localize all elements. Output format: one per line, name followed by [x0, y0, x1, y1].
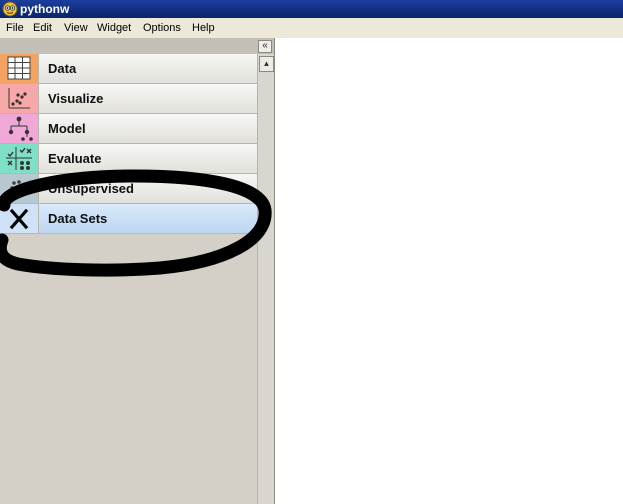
evaluate-grid-icon	[0, 144, 39, 173]
collapse-toolbox-button[interactable]: «	[258, 40, 272, 53]
widget-toolbox: « Data Visualize Model Evaluate Unsuperv…	[0, 38, 275, 504]
category-data-sets[interactable]: Data Sets	[0, 204, 257, 234]
window-titlebar: pythonw	[0, 0, 623, 18]
x-icon	[0, 204, 39, 233]
menu-view[interactable]: View	[64, 22, 88, 34]
table-icon	[0, 54, 39, 83]
category-visualize[interactable]: Visualize	[0, 84, 257, 114]
menu-file[interactable]: File	[6, 22, 24, 34]
category-data[interactable]: Data	[0, 54, 257, 84]
tree-icon	[0, 114, 39, 143]
category-model[interactable]: Model	[0, 114, 257, 144]
category-label: Model	[48, 121, 86, 136]
menu-help[interactable]: Help	[192, 22, 215, 34]
python-app-icon	[2, 1, 18, 17]
category-evaluate[interactable]: Evaluate	[0, 144, 257, 174]
scatter-plot-icon	[0, 84, 39, 113]
menu-edit[interactable]: Edit	[33, 22, 52, 34]
menu-widget[interactable]: Widget	[97, 22, 131, 34]
menu-bar: File Edit View Widget Options Help	[0, 18, 623, 39]
category-unsupervised[interactable]: Unsupervised	[0, 174, 257, 204]
window-title: pythonw	[20, 2, 70, 16]
toolbox-header: «	[0, 38, 274, 55]
canvas-area[interactable]	[275, 38, 623, 504]
cluster-icon	[0, 174, 39, 203]
scroll-up-button[interactable]: ▲	[259, 56, 274, 72]
category-label: Unsupervised	[48, 181, 134, 196]
category-label: Visualize	[48, 91, 104, 106]
category-label: Data Sets	[48, 211, 108, 226]
menu-options[interactable]: Options	[143, 22, 181, 34]
toolbox-scrollbar[interactable]: ▲	[257, 54, 274, 504]
category-label: Data	[48, 61, 77, 76]
category-label: Evaluate	[48, 151, 102, 166]
